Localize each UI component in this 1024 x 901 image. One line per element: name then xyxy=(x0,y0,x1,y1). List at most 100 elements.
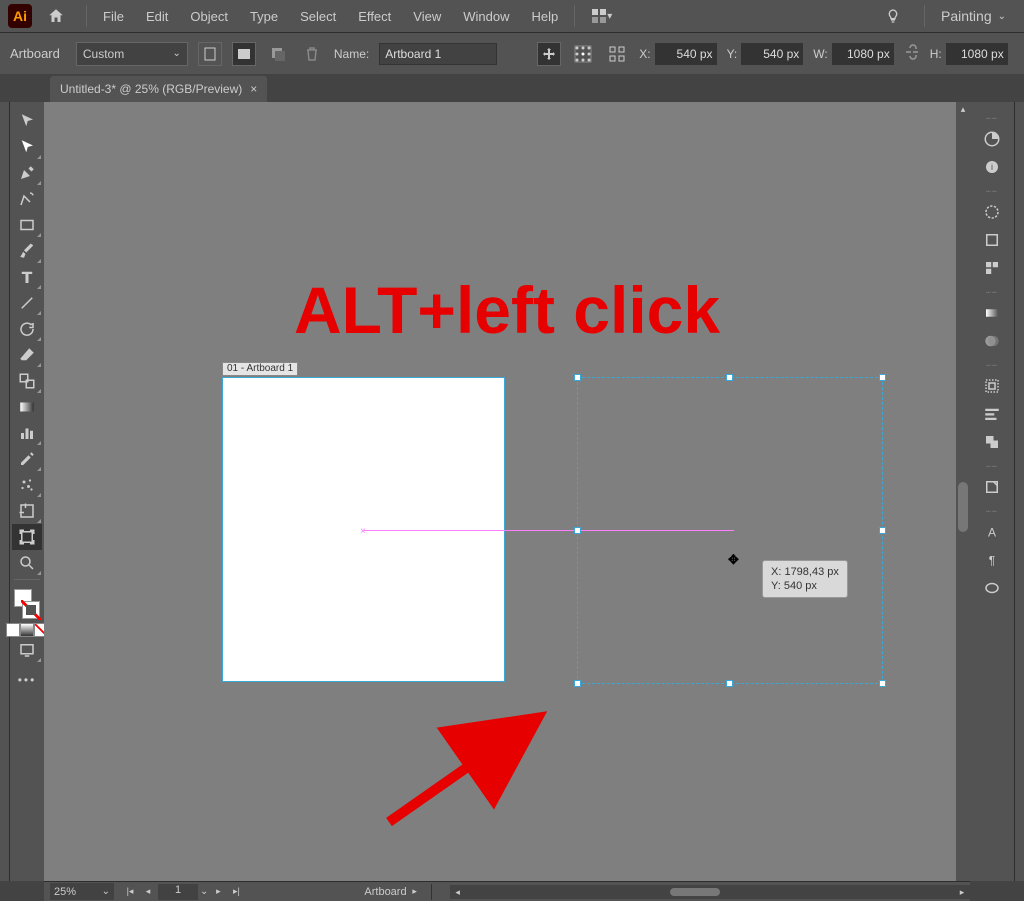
canvas[interactable]: 01 - Artboard 1 × ✥ X: 1798,43 px Y: 540… xyxy=(44,102,970,881)
column-graph-tool[interactable] xyxy=(12,420,42,446)
pathfinder-panel-icon[interactable] xyxy=(977,429,1007,455)
character-panel-icon[interactable]: A xyxy=(977,519,1007,545)
pen-tool[interactable] xyxy=(12,160,42,186)
appearance-panel-icon[interactable] xyxy=(977,474,1007,500)
panel-group-handle[interactable]: ┄┄ xyxy=(986,187,998,196)
reference-point-grid[interactable] xyxy=(571,42,595,66)
panel-group-handle[interactable]: ┄┄ xyxy=(986,507,998,516)
menu-view[interactable]: View xyxy=(403,0,451,32)
arrange-documents-button[interactable]: ▾ xyxy=(581,0,622,32)
swatches-panel-icon[interactable] xyxy=(977,199,1007,225)
horizontal-scrollbar[interactable]: ◂ ▸ xyxy=(450,885,970,899)
zoom-dropdown[interactable]: 25% ⌄ xyxy=(50,883,114,900)
orientation-portrait-button[interactable] xyxy=(198,42,222,66)
edit-toolbar-button[interactable]: ••• xyxy=(12,663,42,689)
symbols-panel-icon[interactable] xyxy=(977,255,1007,281)
scroll-right-button[interactable]: ▸ xyxy=(954,885,970,901)
gradient-mode-button[interactable] xyxy=(20,623,34,637)
opentype-panel-icon[interactable] xyxy=(977,575,1007,601)
paintbrush-tool[interactable] xyxy=(12,238,42,264)
last-artboard-button[interactable]: ▸| xyxy=(228,884,244,900)
menu-file[interactable]: File xyxy=(93,0,134,32)
artboard-name-input[interactable] xyxy=(379,43,497,65)
resize-handle[interactable] xyxy=(879,527,886,534)
next-artboard-button[interactable]: ▸ xyxy=(210,884,226,900)
resize-handle[interactable] xyxy=(574,680,581,687)
delete-artboard-button[interactable] xyxy=(300,42,324,66)
scale-tool[interactable] xyxy=(12,368,42,394)
zoom-tool[interactable] xyxy=(12,550,42,576)
document-tab[interactable]: Untitled-3* @ 25% (RGB/Preview) × xyxy=(50,76,267,102)
status-menu-button[interactable]: ▸ xyxy=(407,884,423,900)
panel-group-handle[interactable]: ┄┄ xyxy=(986,462,998,471)
curvature-tool[interactable] xyxy=(12,186,42,212)
eraser-tool[interactable] xyxy=(12,342,42,368)
rotate-tool[interactable] xyxy=(12,316,42,342)
menu-type[interactable]: Type xyxy=(240,0,288,32)
gradient-tool[interactable] xyxy=(12,394,42,420)
menu-select[interactable]: Select xyxy=(290,0,346,32)
home-button[interactable] xyxy=(42,2,70,30)
first-artboard-button[interactable]: |◂ xyxy=(122,884,138,900)
selection-tool[interactable] xyxy=(12,108,42,134)
artboard-number-input[interactable]: 1 xyxy=(158,884,198,900)
line-segment-tool[interactable] xyxy=(12,290,42,316)
vertical-scrollbar[interactable]: ▴ xyxy=(956,102,970,881)
gradient-panel-icon[interactable] xyxy=(977,300,1007,326)
resize-handle[interactable] xyxy=(574,374,581,381)
menu-edit[interactable]: Edit xyxy=(136,0,178,32)
move-artwork-toggle[interactable] xyxy=(537,42,561,66)
y-input[interactable] xyxy=(741,43,803,65)
panel-group-handle[interactable]: ┄┄ xyxy=(986,114,998,123)
color-panel-icon[interactable] xyxy=(977,126,1007,152)
panel-group-handle[interactable]: ┄┄ xyxy=(986,361,998,370)
color-guide-panel-icon[interactable]: i xyxy=(977,154,1007,180)
eyedropper-tool[interactable] xyxy=(12,446,42,472)
resize-handle[interactable] xyxy=(879,374,886,381)
menu-window[interactable]: Window xyxy=(453,0,519,32)
scroll-up-button[interactable]: ▴ xyxy=(956,102,970,116)
stroke-panel-icon[interactable] xyxy=(977,373,1007,399)
artboard-preset-dropdown[interactable]: Custom ⌄ xyxy=(76,42,188,66)
orientation-landscape-button[interactable] xyxy=(232,42,256,66)
slice-tool[interactable] xyxy=(12,498,42,524)
brushes-panel-icon[interactable] xyxy=(977,227,1007,253)
fill-stroke-swatches[interactable] xyxy=(12,587,42,621)
svg-text:A: A xyxy=(988,526,996,540)
artboard-tool[interactable] xyxy=(12,524,42,550)
menu-effect[interactable]: Effect xyxy=(348,0,401,32)
color-mode-button[interactable] xyxy=(6,623,20,637)
search-help-button[interactable] xyxy=(880,3,906,29)
scroll-thumb[interactable] xyxy=(958,482,968,532)
paragraph-panel-icon[interactable]: ¶ xyxy=(977,547,1007,573)
x-input[interactable] xyxy=(655,43,717,65)
align-panel-icon[interactable] xyxy=(977,401,1007,427)
right-dock-handle[interactable] xyxy=(1014,102,1024,881)
close-tab-button[interactable]: × xyxy=(250,82,257,96)
type-tool[interactable] xyxy=(12,264,42,290)
artboard-drag-selection[interactable] xyxy=(577,377,883,684)
rectangle-tool[interactable] xyxy=(12,212,42,238)
workspace-switcher[interactable]: Painting ⌄ xyxy=(931,0,1016,32)
left-dock-handle[interactable] xyxy=(0,102,10,881)
symbol-sprayer-tool[interactable] xyxy=(12,472,42,498)
h-input[interactable] xyxy=(946,43,1008,65)
resize-handle[interactable] xyxy=(574,527,581,534)
prev-artboard-button[interactable]: ◂ xyxy=(140,884,156,900)
link-dimensions-button[interactable] xyxy=(904,44,920,63)
resize-handle[interactable] xyxy=(879,680,886,687)
w-input[interactable] xyxy=(832,43,894,65)
new-artboard-button[interactable] xyxy=(266,42,290,66)
menu-object[interactable]: Object xyxy=(180,0,238,32)
scroll-thumb[interactable] xyxy=(670,888,720,896)
screen-mode-button[interactable] xyxy=(12,637,42,663)
panel-group-handle[interactable]: ┄┄ xyxy=(986,288,998,297)
transparency-panel-icon[interactable] xyxy=(977,328,1007,354)
menu-help[interactable]: Help xyxy=(521,0,568,32)
stroke-swatch[interactable] xyxy=(22,601,40,619)
scroll-left-button[interactable]: ◂ xyxy=(450,885,466,901)
artboard-options-button[interactable] xyxy=(605,42,629,66)
direct-selection-tool[interactable] xyxy=(12,134,42,160)
resize-handle[interactable] xyxy=(726,680,733,687)
resize-handle[interactable] xyxy=(726,374,733,381)
